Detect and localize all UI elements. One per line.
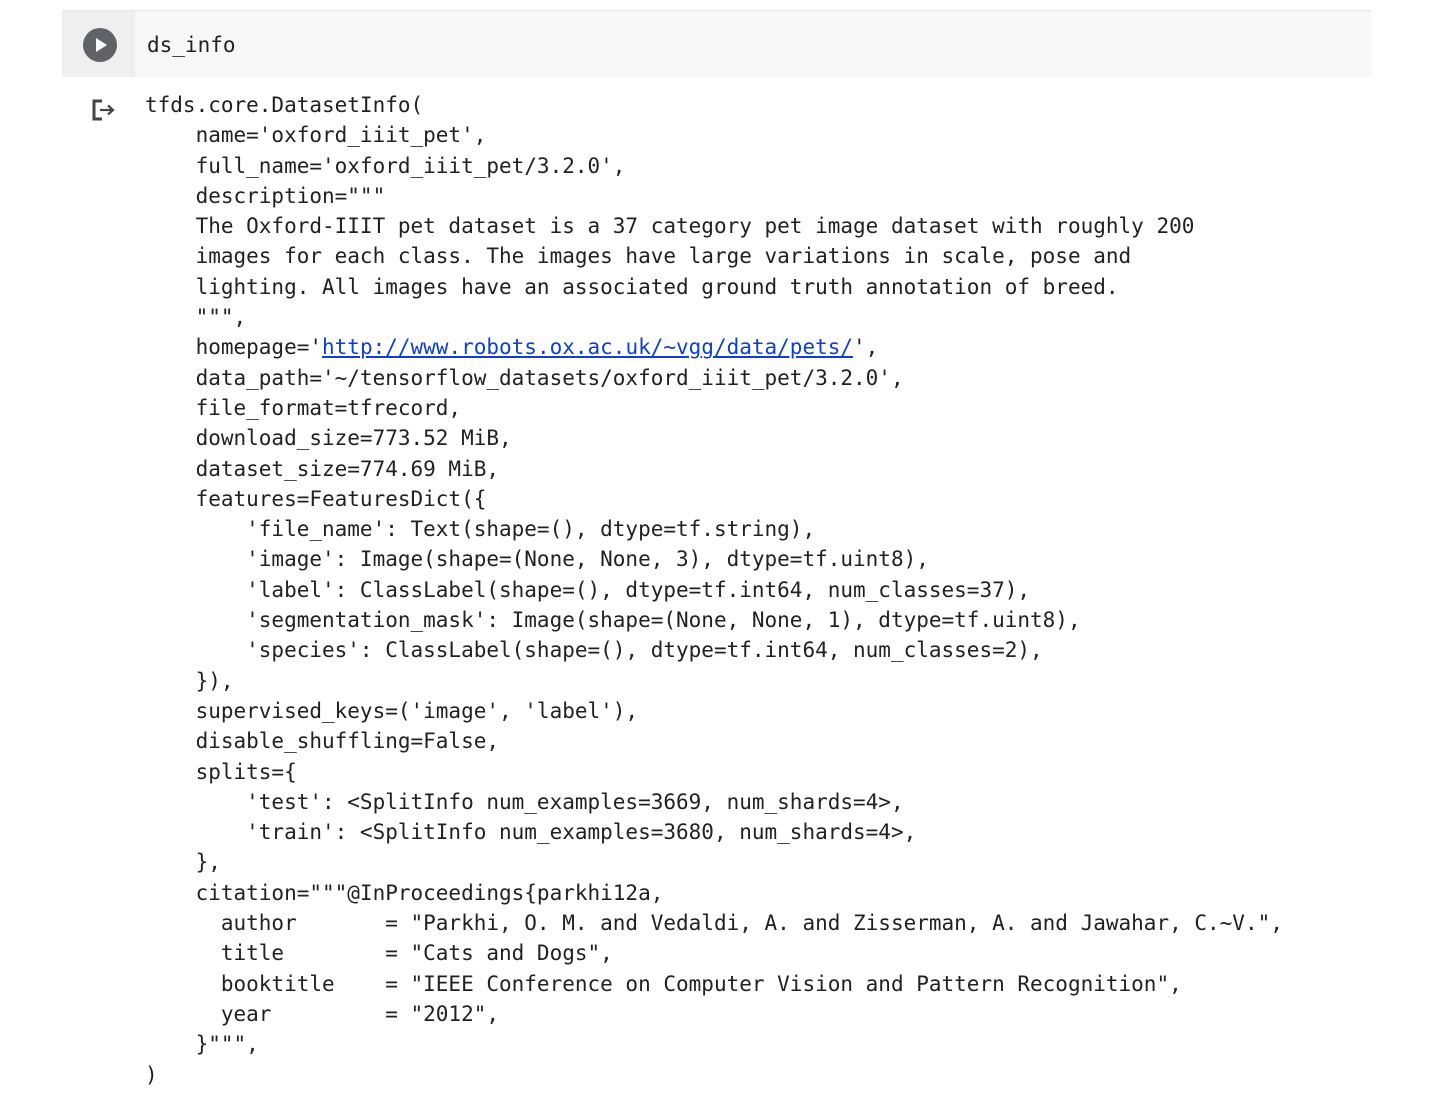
output-line: disable_shuffling=False, — [145, 729, 500, 754]
output-line: lighting. All images have an associated … — [145, 274, 1119, 299]
output-line: tfds.core.DatasetInfo( — [145, 93, 424, 117]
play-icon — [96, 38, 107, 52]
output-line: 'test': <SplitInfo num_examples=3669, nu… — [145, 789, 904, 814]
output-line: 'species': ClassLabel(shape=(), dtype=tf… — [145, 638, 1043, 663]
output-line: supervised_keys=('image', 'label'), — [145, 698, 639, 723]
output-line: 'train': <SplitInfo num_examples=3680, n… — [145, 820, 917, 845]
homepage-prefix: homepage=' — [145, 335, 323, 360]
output-line: ) — [145, 1062, 158, 1087]
output-line: }""", — [145, 1032, 259, 1057]
output-line: 'label': ClassLabel(shape=(), dtype=tf.i… — [145, 577, 1031, 602]
output-line: description=""" — [145, 183, 386, 208]
output-line: full_name='oxford_iiit_pet/3.2.0', — [145, 153, 626, 178]
output-line: file_format=tfrecord, — [145, 395, 462, 420]
output-line: author = "Parkhi, O. M. and Vedaldi, A. … — [145, 911, 1283, 936]
code-editor[interactable]: ds_info — [147, 32, 236, 58]
output-line: name='oxford_iiit_pet', — [145, 123, 487, 148]
output-line: download_size=773.52 MiB, — [145, 426, 512, 451]
output-line: title = "Cats and Dogs", — [145, 941, 613, 966]
output-line: data_path='~/tensorflow_datasets/oxford_… — [145, 365, 904, 390]
output-line: 'image': Image(shape=(None, None, 3), dt… — [145, 547, 929, 572]
homepage-suffix: ', — [853, 335, 879, 360]
cell-gutter — [62, 11, 135, 77]
output-line: images for each class. The images have l… — [145, 244, 1132, 269]
output-line: 'segmentation_mask': Image(shape=(None, … — [145, 608, 1081, 633]
output-line: 'file_name': Text(shape=(), dtype=tf.str… — [145, 517, 816, 542]
output-line: dataset_size=774.69 MiB, — [145, 456, 500, 481]
output-arrow-icon — [92, 99, 115, 121]
run-cell-button[interactable] — [83, 28, 117, 62]
output-line: }), — [145, 668, 234, 693]
output-line: citation="""@InProceedings{parkhi12a, — [145, 880, 664, 905]
output-line: splits={ — [145, 759, 297, 784]
output-line: """, — [145, 305, 247, 330]
homepage-link[interactable]: http://www.robots.ox.ac.uk/~vgg/data/pet… — [322, 335, 853, 359]
output-line: features=FeaturesDict({ — [145, 486, 487, 511]
output-line: year = "2012", — [145, 1001, 500, 1026]
code-cell[interactable]: ds_info — [62, 10, 1372, 77]
output-line: The Oxford-IIIT pet dataset is a 37 cate… — [145, 214, 1195, 239]
cell-output: tfds.core.DatasetInfo( name='oxford_iiit… — [145, 90, 1283, 1090]
output-line: booktitle = "IEEE Conference on Computer… — [145, 971, 1182, 996]
output-line: }, — [145, 850, 221, 875]
